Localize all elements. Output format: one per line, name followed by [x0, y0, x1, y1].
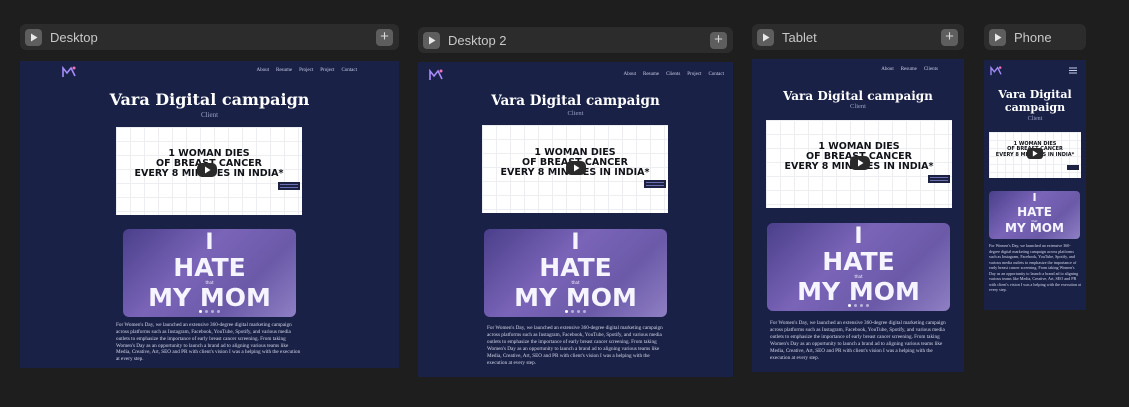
- campaign-image-carousel[interactable]: I HATE that MY MOM: [767, 223, 950, 311]
- site-nav: About Resume Project Project Contact: [20, 61, 399, 83]
- frame-desktop-2: Desktop 2 + About Resume Clients Project…: [418, 27, 733, 377]
- hate-word-mymom: MY MOM: [148, 283, 271, 312]
- frame-label: Tablet: [782, 29, 817, 45]
- site-preview: About Resume Project Project Contact Var…: [20, 61, 399, 368]
- hate-word-hate: HATE: [1017, 205, 1052, 219]
- play-icon[interactable]: [757, 28, 774, 46]
- page-subtitle: Client: [1027, 116, 1043, 122]
- site-preview: About Resume Clients Project Contact Var…: [418, 62, 733, 377]
- frame-header[interactable]: Desktop 2 +: [418, 27, 733, 53]
- nav-item[interactable]: About: [256, 68, 269, 73]
- site-preview: About Resume Clients Vara Digital campai…: [752, 59, 964, 372]
- nav-item[interactable]: About: [881, 67, 894, 72]
- nav-item[interactable]: About: [623, 72, 636, 77]
- nav-item[interactable]: Resume: [901, 67, 917, 72]
- nav-item[interactable]: Contact: [341, 68, 357, 73]
- nav-item[interactable]: Project: [299, 68, 313, 73]
- hate-word-i: I: [854, 224, 863, 249]
- video-play-button[interactable]: [197, 163, 217, 177]
- nav-item[interactable]: Project: [320, 68, 334, 73]
- hate-word-hate: HATE: [173, 253, 246, 282]
- nav-links: About Resume Clients Project Contact: [623, 72, 724, 77]
- page-subtitle: Client: [850, 103, 866, 110]
- frame-desktop: Desktop + About Resume Project Project C…: [20, 24, 399, 368]
- project-description: For Women's Day, we launched an extensiv…: [116, 322, 301, 363]
- nav-item[interactable]: Clients: [666, 72, 680, 77]
- frame-label: Desktop: [50, 29, 98, 45]
- logo-icon: [429, 69, 443, 80]
- logo-icon: [62, 66, 76, 77]
- hate-word-i: I: [205, 230, 214, 255]
- hate-word-hate: HATE: [822, 247, 895, 276]
- video-caption-tag: [928, 175, 950, 183]
- frame-header[interactable]: Desktop +: [20, 24, 399, 50]
- hate-word-hate: HATE: [539, 253, 612, 282]
- design-canvas: { "frames": [ {"id":"desktop","label":"D…: [0, 0, 1129, 407]
- project-description: For Women's Day, we launched an extensiv…: [989, 243, 1081, 293]
- campaign-video[interactable]: 1 WOMAN DIESOF BREAST CANCEREVERY 8 MINU…: [116, 127, 302, 215]
- page-title: Vara Digital campaign: [109, 90, 310, 109]
- campaign-image-carousel[interactable]: I HATE that MY MOM: [123, 229, 296, 317]
- play-icon[interactable]: [423, 31, 440, 49]
- page-subtitle: Client: [567, 110, 584, 117]
- carousel-dots[interactable]: [767, 304, 950, 307]
- frame-header[interactable]: Phone: [984, 24, 1086, 50]
- add-breakpoint-button[interactable]: +: [941, 29, 958, 46]
- hate-word-i: I: [571, 230, 580, 255]
- site-nav: [984, 60, 1086, 82]
- hate-word-mymom: MY MOM: [1005, 221, 1064, 235]
- page-title: Vara Digital campaign: [491, 93, 660, 109]
- video-play-button[interactable]: [1027, 148, 1043, 159]
- nav-item[interactable]: Resume: [276, 68, 292, 73]
- video-caption-tag: [644, 180, 666, 188]
- campaign-video[interactable]: 1 WOMAN DIESOF BREAST CANCEREVERY 8 MINU…: [482, 125, 668, 213]
- campaign-video[interactable]: 1 WOMAN DIESOF BREAST CANCEREVERY 8 MINU…: [766, 120, 952, 208]
- add-breakpoint-button[interactable]: +: [710, 32, 727, 49]
- carousel-dots[interactable]: [123, 310, 296, 313]
- page-subtitle: Client: [200, 111, 219, 119]
- page-title: Vara Digital campaign: [783, 89, 933, 103]
- hate-word-mymom: MY MOM: [797, 277, 920, 306]
- frame-header[interactable]: Tablet +: [752, 24, 964, 50]
- video-play-button[interactable]: [850, 156, 870, 170]
- video-play-button[interactable]: [566, 161, 586, 175]
- campaign-video[interactable]: 1 WOMAN DIESOF BREAST CANCEREVERY 8 MINU…: [989, 132, 1081, 178]
- frame-label: Desktop 2: [448, 32, 507, 48]
- nav-item[interactable]: Resume: [643, 72, 659, 77]
- hate-word-i: I: [1032, 191, 1037, 204]
- nav-item[interactable]: Clients: [924, 67, 938, 72]
- frame-phone: Phone Vara Digital campaign Client 1 WOM…: [984, 24, 1086, 310]
- page-title: Vara Digital campaign: [998, 88, 1072, 114]
- project-description: For Women's Day, we launched an extensiv…: [770, 320, 946, 362]
- logo-icon: [990, 66, 1002, 76]
- play-icon[interactable]: [989, 28, 1006, 46]
- campaign-image-carousel[interactable]: I HATE that MY MOM: [484, 229, 667, 317]
- play-icon[interactable]: [25, 28, 42, 46]
- nav-item[interactable]: Project: [687, 72, 701, 77]
- nav-item[interactable]: Contact: [708, 72, 724, 77]
- video-caption-tag: [1067, 165, 1079, 170]
- video-caption-tag: [278, 182, 300, 190]
- hamburger-menu-icon[interactable]: [1069, 67, 1077, 74]
- nav-links: About Resume Clients: [881, 67, 938, 72]
- add-breakpoint-button[interactable]: +: [376, 29, 393, 46]
- project-description: For Women's Day, we launched an extensiv…: [487, 325, 663, 367]
- hate-word-mymom: MY MOM: [514, 283, 637, 312]
- nav-links: About Resume Project Project Contact: [256, 68, 357, 73]
- site-nav: About Resume Clients Project Contact: [418, 62, 733, 84]
- carousel-dots[interactable]: [484, 310, 667, 313]
- campaign-image-carousel[interactable]: I HATE that MY MOM: [989, 191, 1080, 239]
- site-nav: About Resume Clients: [752, 59, 964, 81]
- site-preview: Vara Digital campaign Client 1 WOMAN DIE…: [984, 60, 1086, 310]
- frame-tablet: Tablet + About Resume Clients Vara Digit…: [752, 24, 964, 372]
- frame-label: Phone: [1014, 29, 1052, 45]
